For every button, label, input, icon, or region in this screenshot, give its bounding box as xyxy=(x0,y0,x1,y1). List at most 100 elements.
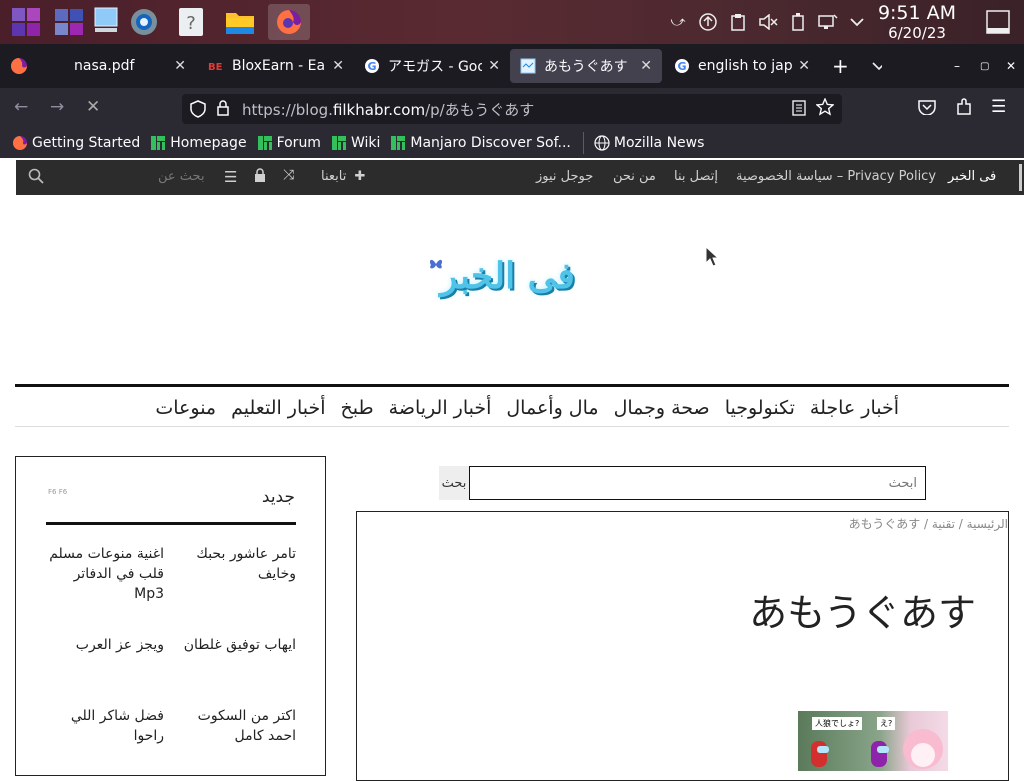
nav-item-health-beauty[interactable]: صحة وجمال xyxy=(614,397,710,419)
minimize-window-icon[interactable]: – xyxy=(944,49,964,83)
show-desktop-icon[interactable] xyxy=(88,4,124,40)
close-icon[interactable]: ✕ xyxy=(640,58,652,74)
menu-hamburger-icon[interactable]: ☰ xyxy=(224,168,237,186)
tab-amogus-google[interactable]: G アモガス - Goog ✕ xyxy=(354,49,510,83)
tab-english-to-japanese[interactable]: G english to japan ✕ xyxy=(664,49,820,83)
site-search-placeholder[interactable]: بحث عن xyxy=(158,169,205,184)
bookmark-label: Getting Started xyxy=(32,135,141,151)
tab-bloxearn[interactable]: BE BloxEarn - Earn ✕ xyxy=(198,49,354,83)
firefox-view-button[interactable] xyxy=(4,49,36,83)
shuffle-icon[interactable]: ⤨ xyxy=(283,167,294,183)
application-launcher-icon[interactable] xyxy=(8,4,44,40)
follow-label: تابعنا xyxy=(321,169,347,184)
sidebar-post-link[interactable]: اغنية منوعات مسلم قلب في الدفاتر Mp3 xyxy=(49,544,164,604)
lock-icon[interactable] xyxy=(254,168,266,187)
crewmate-purple-icon xyxy=(871,741,889,767)
bookmark-star-icon[interactable] xyxy=(815,97,835,120)
app-menu-hamburger-icon[interactable]: ☰ xyxy=(991,97,1006,117)
kde-connect-icon[interactable]: ⤻ xyxy=(668,12,688,32)
chevron-down-icon[interactable] xyxy=(847,12,867,32)
search-icon[interactable] xyxy=(28,168,44,188)
close-icon[interactable]: ✕ xyxy=(332,58,344,74)
maximize-window-icon[interactable]: ▢ xyxy=(970,49,990,83)
site-logo-text: فى الخبر xyxy=(440,255,575,297)
tab-label: english to japan xyxy=(698,58,793,74)
tab-label: BloxEarn - Earn xyxy=(232,58,326,74)
url-bar[interactable]: https://blog.filkhabr.com/p/あもうぐあす xyxy=(182,94,842,124)
breadcrumb[interactable]: الرئيسية / تقنية / あもうぐあす xyxy=(849,515,1008,532)
nav-item-technology[interactable]: تكنولوجيا xyxy=(725,397,795,419)
new-tab-plus-icon[interactable]: + xyxy=(822,49,852,83)
search-input[interactable] xyxy=(469,466,926,500)
tab-strip: nasa.pdf ✕ BE BloxEarn - Earn ✕ G アモガス -… xyxy=(0,44,1024,88)
close-icon[interactable]: ✕ xyxy=(174,58,186,74)
svg-text:G: G xyxy=(677,60,686,73)
site-logo[interactable]: فى الخبر xyxy=(420,255,595,315)
site-top-bar: بحث عن ☰ ⤨ تابعنا ✚ جوجل نيوز من نحن إتص… xyxy=(16,160,1024,195)
nav-item-education[interactable]: أخبار التعليم xyxy=(231,397,325,419)
clock-time: 9:51 AM xyxy=(877,2,957,24)
sidebar-post-link[interactable]: ايهاب توفيق غلطان xyxy=(181,635,296,655)
navigation-toolbar: ← → ✕ https://blog.filkhabr.com/p/あもうぐあす… xyxy=(0,88,1024,128)
extensions-puzzle-icon[interactable] xyxy=(955,98,973,121)
url-text: https://blog.filkhabr.com/p/あもうぐあす xyxy=(242,99,534,120)
system-clock[interactable]: 9:51 AM 6/20/23 xyxy=(872,2,962,42)
back-arrow-icon[interactable]: ← xyxy=(14,97,28,117)
nav-divider xyxy=(15,426,1009,427)
tracking-protection-shield-icon[interactable] xyxy=(190,100,206,122)
bookmark-homepage[interactable]: Homepage xyxy=(150,135,247,151)
follow-us[interactable]: تابعنا ✚ xyxy=(321,169,365,184)
scrollbar-thumb[interactable] xyxy=(1019,164,1022,191)
top-link-home[interactable]: فى الخبر xyxy=(948,169,996,184)
manjaro-icon xyxy=(257,136,272,150)
network-icon[interactable] xyxy=(818,12,838,32)
blog-search: بحث xyxy=(439,466,926,502)
sidebar-post-link[interactable]: ويجز عز العرب xyxy=(49,635,164,655)
sidebar-post-link[interactable]: اكتر من السكوت احمد كامل xyxy=(181,706,296,746)
nav-item-sports[interactable]: أخبار الرياضة xyxy=(389,397,492,419)
clipboard-icon[interactable] xyxy=(728,12,748,32)
file-manager-folder-icon[interactable] xyxy=(222,4,258,40)
svg-text:?: ? xyxy=(186,13,196,34)
sidebar-post-link[interactable]: فضل شاكر اللي راحوا xyxy=(49,706,164,746)
clock-date: 6/20/23 xyxy=(888,24,946,42)
nav-item-cooking[interactable]: طبخ xyxy=(341,397,374,419)
update-icon[interactable] xyxy=(698,12,718,32)
top-link-contact[interactable]: إتصل بنا xyxy=(674,169,718,184)
plus-icon: ✚ xyxy=(354,169,366,184)
top-link-privacy[interactable]: سياسة الخصوصية – Privacy Policy xyxy=(736,169,936,184)
tab-nasa-pdf[interactable]: nasa.pdf ✕ xyxy=(40,49,196,83)
bookmark-separator xyxy=(582,132,584,154)
tab-active-page[interactable]: あもうぐあす ✕ xyxy=(510,49,662,83)
battery-icon[interactable] xyxy=(788,12,808,32)
close-icon[interactable]: ✕ xyxy=(488,58,500,74)
top-link-google-news[interactable]: جوجل نيوز xyxy=(536,169,593,184)
volume-muted-icon[interactable] xyxy=(758,12,778,32)
forward-arrow-icon[interactable]: → xyxy=(50,97,64,117)
firefox-icon xyxy=(13,136,27,150)
list-all-tabs-chevron-icon[interactable] xyxy=(862,49,892,83)
bookmark-wiki[interactable]: Wiki xyxy=(331,135,380,151)
top-link-about[interactable]: من نحن xyxy=(613,169,656,184)
sidebar-post-link[interactable]: تامر عاشور بحبك وخايف xyxy=(181,544,296,584)
bookmark-getting-started[interactable]: Getting Started xyxy=(12,135,140,151)
nav-item-business[interactable]: مال وأعمال xyxy=(506,397,598,419)
settings-gear-icon[interactable] xyxy=(126,4,162,40)
reader-view-icon[interactable] xyxy=(792,100,806,120)
bookmark-manjaro-discover[interactable]: Manjaro Discover Sof... xyxy=(390,135,571,151)
bookmark-mozilla-news[interactable]: Mozilla News xyxy=(594,135,704,151)
stop-loading-icon[interactable]: ✕ xyxy=(86,97,100,117)
lock-icon[interactable] xyxy=(216,99,230,121)
bookmark-forum[interactable]: Forum xyxy=(257,135,321,151)
nav-item-misc[interactable]: منوعات xyxy=(155,397,216,419)
close-window-icon[interactable]: ✕ xyxy=(996,49,1016,83)
close-icon[interactable]: ✕ xyxy=(798,58,810,74)
virtual-desktop-pager-icon[interactable] xyxy=(52,4,88,40)
pocket-icon[interactable] xyxy=(918,99,936,120)
article-thumbnail-image[interactable]: 人狼でしょ? え? xyxy=(798,711,948,771)
help-icon[interactable]: ? xyxy=(174,4,210,40)
nav-item-breaking-news[interactable]: أخبار عاجلة xyxy=(810,397,899,419)
search-button[interactable]: بحث xyxy=(439,466,469,500)
peek-desktop-icon[interactable] xyxy=(986,10,1010,34)
firefox-taskbar-icon[interactable] xyxy=(268,4,310,40)
